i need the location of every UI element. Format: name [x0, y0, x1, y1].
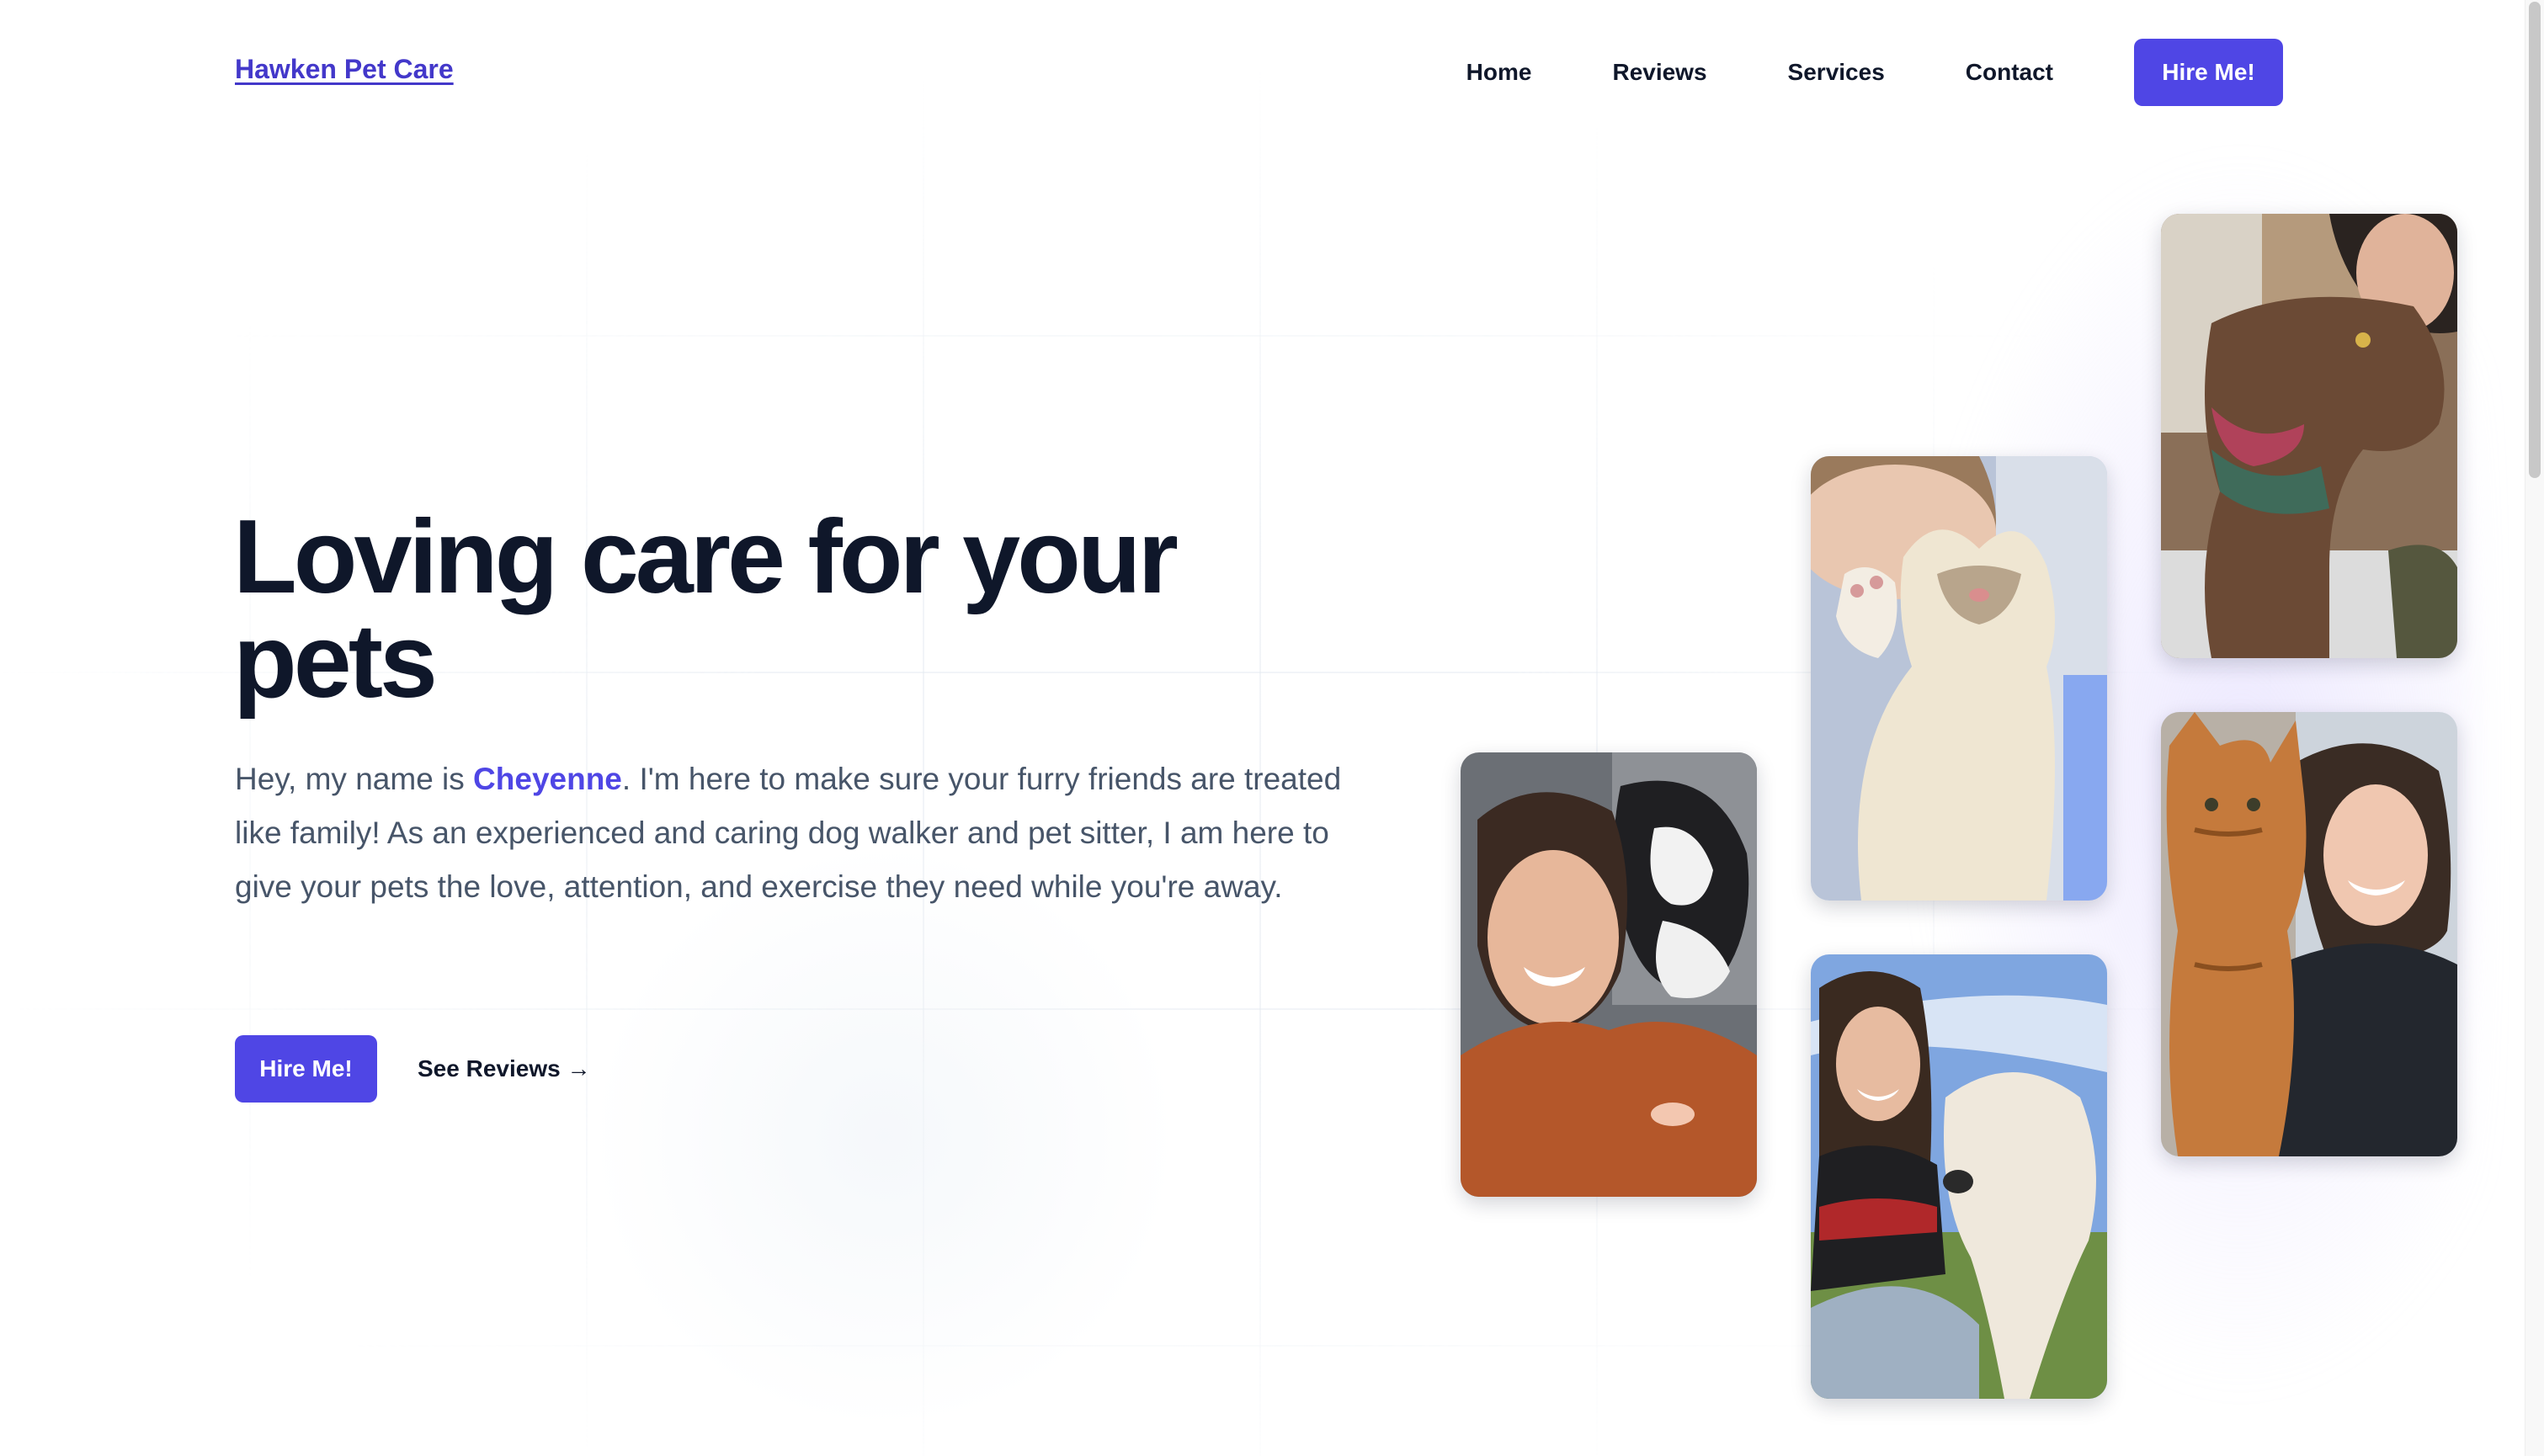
photo-woman-with-orange-tabby-cat: [2161, 712, 2457, 1156]
intro-prefix: Hey, my name is: [235, 762, 474, 796]
nav-services[interactable]: Services: [1788, 59, 1885, 86]
photo-woman-with-black-white-cat: [1461, 752, 1757, 1197]
main-nav: Home Reviews Services Contact Hire Me!: [1466, 39, 2283, 106]
page: Hawken Pet Care Home Reviews Services Co…: [0, 0, 2544, 1456]
hero-hire-me-button[interactable]: Hire Me!: [235, 1035, 377, 1103]
photo-woman-with-white-dog-icon: [1811, 954, 2107, 1399]
intro-name: Cheyenne: [473, 762, 622, 796]
photo-selfie-with-cat-paw-icon: [1811, 456, 2107, 901]
photo-woman-with-brown-pitbull: [2161, 214, 2457, 658]
photo-woman-with-white-dog: [1811, 954, 2107, 1399]
hero-intro: Hey, my name is Cheyenne. I'm here to ma…: [235, 752, 1346, 914]
see-reviews-link[interactable]: See Reviews →: [418, 1055, 590, 1082]
page-scrollbar[interactable]: [2525, 0, 2544, 1456]
site-logo-link[interactable]: Hawken Pet Care: [235, 54, 454, 85]
background-glow-secondary: [589, 842, 1179, 1431]
photo-woman-with-brown-pitbull-icon: [2161, 214, 2457, 658]
scrollbar-thumb[interactable]: [2529, 2, 2541, 478]
photo-woman-with-black-white-cat-icon: [1461, 752, 1757, 1197]
hero-headline: Loving care for your pets: [233, 499, 1179, 720]
nav-contact[interactable]: Contact: [1966, 59, 2053, 86]
nav-home[interactable]: Home: [1466, 59, 1532, 86]
photo-woman-with-orange-tabby-cat-icon: [2161, 712, 2457, 1156]
hero-actions: Hire Me! See Reviews →: [235, 1035, 590, 1103]
nav-reviews[interactable]: Reviews: [1612, 59, 1706, 86]
photo-selfie-with-cat-paw: [1811, 456, 2107, 901]
header-hire-me-button[interactable]: Hire Me!: [2134, 39, 2283, 106]
